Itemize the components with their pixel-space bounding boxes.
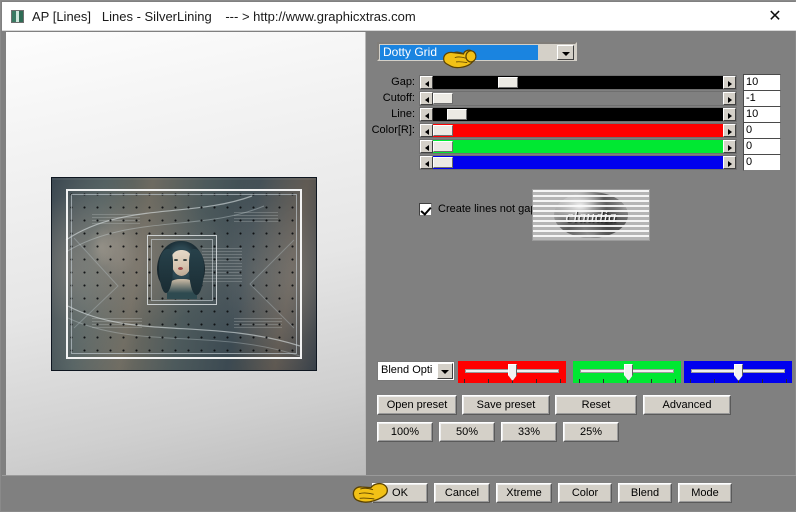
slider-thumb-4[interactable] (433, 141, 453, 152)
slider-label-3: Color[R]: (371, 124, 415, 136)
trackbar-tick (714, 379, 715, 383)
logo-stripes-overlay (533, 190, 649, 240)
zoom-button-100pct[interactable]: 100% (377, 422, 433, 442)
app-icon (11, 10, 24, 23)
zoom-button-33pct[interactable]: 33% (501, 422, 557, 442)
slider-value-field-3[interactable]: 0 (743, 122, 781, 139)
slider-track-3[interactable] (419, 123, 737, 138)
slider-fill-0 (433, 77, 498, 88)
preset-button-save-preset[interactable]: Save preset (462, 395, 550, 415)
portrait-eye-left (174, 259, 178, 261)
slider-label-1: Cutoff: (382, 92, 415, 104)
trackbar-tick (786, 379, 787, 383)
slider-right-arrow-icon-3[interactable] (723, 124, 736, 137)
logo-thumbnail[interactable]: claudia (532, 189, 650, 241)
title-app: AP [Lines] (32, 9, 92, 24)
action-bar: OK Cancel Xtreme Color Blend Mode (2, 475, 796, 510)
trackbar-tick (675, 379, 676, 383)
slider-left-arrow-icon-4[interactable] (420, 140, 433, 153)
slider-value-field-0[interactable]: 10 (743, 74, 781, 91)
action-button-cancel[interactable]: Cancel (434, 483, 490, 503)
slider-track-1[interactable] (419, 91, 737, 106)
trackbar-tick (560, 379, 561, 383)
action-button-xtreme[interactable]: Xtreme (496, 483, 552, 503)
trackbar-tick (651, 379, 652, 383)
slider-label-2: Line: (391, 108, 415, 120)
slider-track-5[interactable] (419, 155, 737, 170)
action-button-color[interactable]: Color (558, 483, 612, 503)
zoom-button-25pct[interactable]: 25% (563, 422, 619, 442)
action-button-ok[interactable]: OK (372, 483, 428, 503)
controls-panel: Dotty Grid Gap: 10 Cutoff: -1 Line: 10 Color[R… (367, 32, 792, 507)
slider-right-arrow-icon-0[interactable] (723, 76, 736, 89)
blend-options-label: Blend Opti (381, 364, 433, 376)
slider-right-arrow-icon-5[interactable] (723, 156, 736, 169)
slider-label-0: Gap: (391, 76, 415, 88)
slider-value-field-5[interactable]: 0 (743, 154, 781, 171)
preset-selected-value: Dotty Grid (380, 45, 538, 60)
trackbar-tick (464, 379, 465, 383)
slider-thumb-1[interactable] (433, 93, 453, 104)
create-lines-checkbox[interactable] (419, 203, 432, 216)
slider-track-0[interactable] (419, 75, 737, 90)
trackbar-tick (579, 379, 580, 383)
slider-left-arrow-icon-3[interactable] (420, 124, 433, 137)
slider-right-arrow-icon-4[interactable] (723, 140, 736, 153)
slider-left-arrow-icon-1[interactable] (420, 92, 433, 105)
slider-right-arrow-icon-2[interactable] (723, 108, 736, 121)
preset-button-reset[interactable]: Reset (555, 395, 637, 415)
chevron-down-icon[interactable] (437, 363, 453, 379)
slider-right-arrow-icon-1[interactable] (723, 92, 736, 105)
portrait-image (155, 241, 207, 299)
preset-button-advanced[interactable]: Advanced (643, 395, 731, 415)
slider-left-arrow-icon-5[interactable] (420, 156, 433, 169)
trackbar-green[interactable] (573, 361, 681, 383)
slider-value-field-4[interactable]: 0 (743, 138, 781, 155)
create-lines-label: Create lines not gaps (438, 203, 542, 215)
plugin-window: AP [Lines] Lines - SilverLining --- > ht… (0, 0, 796, 512)
trackbar-tick (603, 379, 604, 383)
trackbar-blue[interactable] (684, 361, 792, 383)
title-url: --- > http://www.graphicxtras.com (225, 9, 416, 24)
trackbar-tick (762, 379, 763, 383)
titlebar: AP [Lines] Lines - SilverLining --- > ht… (2, 2, 796, 31)
slider-thumb-2[interactable] (447, 109, 467, 120)
blend-options-dropdown[interactable]: Blend Opti (377, 361, 455, 381)
close-icon[interactable]: ✕ (764, 7, 786, 27)
slider-thumb-0[interactable] (498, 77, 518, 88)
trackbar-thumb-blue[interactable] (734, 364, 743, 381)
preset-dropdown[interactable]: Dotty Grid (377, 42, 577, 61)
trackbar-tick (488, 379, 489, 383)
preset-button-open-preset[interactable]: Open preset (377, 395, 457, 415)
title-plugin: Lines - SilverLining (101, 9, 212, 24)
trackbar-thumb-red[interactable] (508, 364, 517, 381)
slider-left-arrow-icon-2[interactable] (420, 108, 433, 121)
slider-value-field-2[interactable]: 10 (743, 106, 781, 123)
action-button-mode[interactable]: Mode (678, 483, 732, 503)
slider-track-2[interactable] (419, 107, 737, 122)
slider-thumb-5[interactable] (433, 157, 453, 168)
trackbar-tick (690, 379, 691, 383)
portrait-hair-right (189, 249, 204, 295)
slider-left-arrow-icon-0[interactable] (420, 76, 433, 89)
trackbar-tick (536, 379, 537, 383)
trackbar-red[interactable] (458, 361, 566, 383)
slider-track-4[interactable] (419, 139, 737, 154)
chevron-down-icon[interactable] (557, 45, 574, 60)
window-title: AP [Lines] Lines - SilverLining --- > ht… (32, 9, 416, 24)
portrait-eye-right (183, 259, 187, 261)
zoom-button-50pct[interactable]: 50% (439, 422, 495, 442)
slider-thumb-3[interactable] (433, 125, 453, 136)
action-button-blend[interactable]: Blend (618, 483, 672, 503)
artwork-preview[interactable] (52, 178, 316, 370)
slider-fill-2 (433, 109, 447, 120)
slider-value-field-1[interactable]: -1 (743, 90, 781, 107)
trackbar-thumb-green[interactable] (624, 364, 633, 381)
portrait-lips (178, 267, 183, 270)
preview-panel[interactable] (6, 32, 366, 507)
